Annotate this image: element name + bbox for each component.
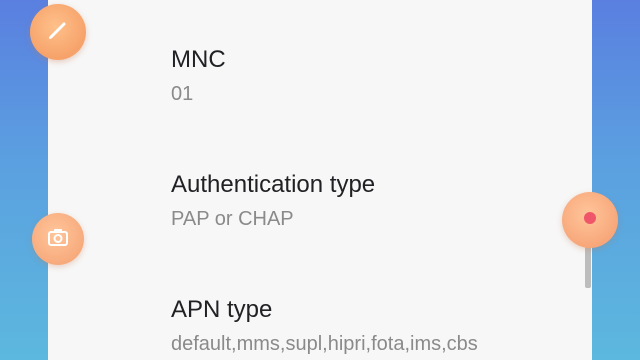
pencil-icon xyxy=(45,17,71,48)
camera-float-button[interactable] xyxy=(32,213,84,265)
screen: { "settings": [ { "title": "MNC", "value… xyxy=(0,0,640,360)
edit-float-button[interactable] xyxy=(30,4,86,60)
setting-authentication-type[interactable]: Authentication type PAP or CHAP xyxy=(171,171,376,230)
camera-icon xyxy=(46,225,70,254)
setting-value: default,mms,supl,hipri,fota,ims,cbs xyxy=(171,333,478,355)
setting-value: PAP or CHAP xyxy=(171,208,294,230)
setting-mnc[interactable]: MNC 01 xyxy=(171,46,226,105)
setting-value: 01 xyxy=(171,83,194,105)
setting-apn-type[interactable]: APN type default,mms,supl,hipri,fota,ims… xyxy=(171,296,478,355)
apn-settings-panel: MNC 01 Authentication type PAP or CHAP A… xyxy=(48,0,592,360)
record-icon xyxy=(577,205,603,236)
setting-title: MNC xyxy=(171,46,226,73)
setting-title: APN type xyxy=(171,296,273,323)
record-float-button[interactable] xyxy=(562,192,618,248)
setting-title: Authentication type xyxy=(171,171,376,198)
